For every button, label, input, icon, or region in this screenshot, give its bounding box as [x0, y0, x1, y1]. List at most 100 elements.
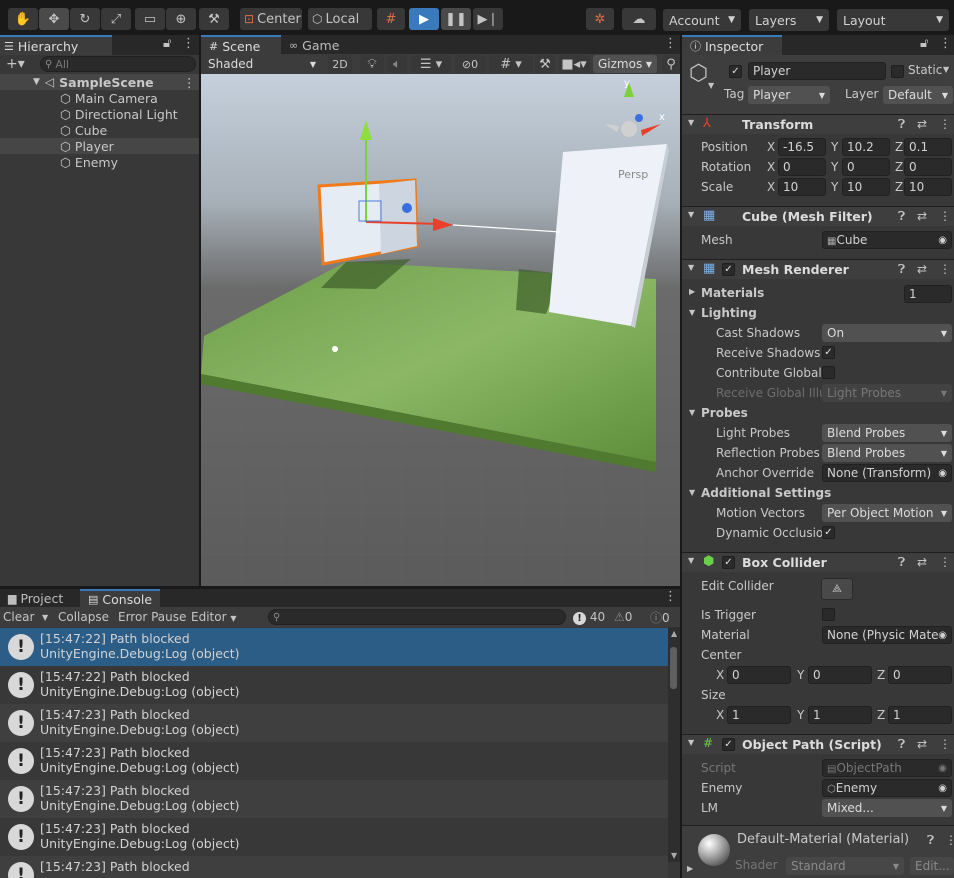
materials-count-field[interactable]: 1: [904, 285, 952, 303]
more-icon[interactable]: ⋮: [939, 262, 951, 276]
transform-header[interactable]: ▼ ⅄ Transform ❓︎ ⇄ ⋮: [682, 114, 954, 134]
scene-viewport[interactable]: y x Persp: [201, 74, 680, 586]
log-entry[interactable]: ! [15:47:23] Path blocked: [0, 856, 668, 878]
center-z-field[interactable]: 0: [888, 666, 952, 684]
more-icon[interactable]: ⋮: [183, 75, 196, 90]
size-y-field[interactable]: 1: [808, 706, 872, 724]
rotation-y-field[interactable]: 0: [842, 158, 890, 176]
more-icon[interactable]: ⋮: [664, 589, 677, 604]
console-scrollbar[interactable]: ▲ ▼: [668, 627, 680, 862]
chevron-down-icon[interactable]: ▼: [688, 263, 694, 272]
lock-icon[interactable]: 🔓︎: [163, 36, 171, 51]
object-picker-icon[interactable]: ◉: [938, 468, 947, 479]
object-picker-icon[interactable]: ◉: [938, 235, 947, 246]
materials-label[interactable]: Materials: [701, 286, 764, 300]
cloud-icon[interactable]: ☁: [622, 8, 656, 30]
layer-dropdown[interactable]: Default ▼: [883, 86, 953, 104]
log-entry[interactable]: ! [15:47:23] Path blocked UnityEngine.De…: [0, 742, 668, 780]
chevron-down-icon[interactable]: ▼: [688, 118, 694, 127]
clear-button[interactable]: Clear: [3, 610, 34, 624]
more-icon[interactable]: ⋮: [664, 36, 677, 51]
receive-shadows-checkbox[interactable]: ✓: [822, 346, 835, 359]
dynamic-occlusion-checkbox[interactable]: ✓: [822, 526, 835, 539]
pause-button[interactable]: ❚❚: [441, 8, 471, 30]
rotate-tool-icon[interactable]: ↻: [70, 8, 100, 30]
expand-arrow-icon[interactable]: ▼: [33, 77, 40, 87]
help-icon[interactable]: ❓︎: [898, 555, 905, 570]
more-icon[interactable]: ⋮: [939, 737, 951, 751]
tag-dropdown[interactable]: Player ▼: [748, 86, 830, 104]
scene-row[interactable]: ▼ ◁ SampleScene ⋮: [0, 74, 199, 90]
chevron-down-icon[interactable]: ▼: [708, 81, 714, 90]
gizmo-center[interactable]: [621, 121, 637, 137]
preset-icon[interactable]: ⇄: [917, 117, 927, 131]
preset-icon[interactable]: ⇄: [917, 209, 927, 223]
tab-project[interactable]: ▆ Project: [0, 589, 78, 607]
log-entry[interactable]: ! [15:47:23] Path blocked UnityEngine.De…: [0, 704, 668, 742]
object-name-field[interactable]: Player: [748, 62, 886, 80]
reflection-probes-dropdown[interactable]: Blend Probes ▼: [822, 444, 952, 462]
rotation-z-field[interactable]: 0: [904, 158, 952, 176]
error-pause-toggle[interactable]: Error Pause: [118, 610, 186, 624]
chevron-down-icon[interactable]: ▼: [943, 65, 949, 74]
tab-console[interactable]: ▤ Console: [80, 589, 160, 607]
collab-icon[interactable]: ✲: [586, 8, 614, 30]
mesh-field[interactable]: ▦Cube ◉: [822, 231, 952, 249]
object-path-header[interactable]: ▼ # ✓ Object Path (Script) ❓︎ ⇄ ⋮: [682, 734, 954, 754]
scroll-thumb[interactable]: [670, 647, 677, 689]
hierarchy-item[interactable]: ⬡ Enemy: [0, 154, 199, 170]
hierarchy-item[interactable]: ⬡ Cube: [0, 122, 199, 138]
chevron-right-icon[interactable]: ▶: [689, 287, 695, 296]
editor-dropdown[interactable]: Editor ▼: [191, 610, 237, 624]
tools-icon[interactable]: ⚒: [535, 55, 555, 73]
help-icon[interactable]: ❓︎: [927, 833, 934, 848]
tab-scene[interactable]: # Scene: [201, 35, 281, 55]
chevron-down-icon[interactable]: ▼: [689, 308, 695, 317]
scroll-down-icon[interactable]: ▼: [671, 851, 677, 860]
tab-hierarchy[interactable]: ☰ Hierarchy: [0, 35, 112, 55]
position-z-field[interactable]: 0.1: [904, 138, 952, 156]
step-button[interactable]: ▶❘: [473, 8, 503, 30]
help-icon[interactable]: ❓︎: [898, 262, 905, 277]
chevron-right-icon[interactable]: ▶: [687, 864, 693, 873]
custom-tool-icon[interactable]: ⚒: [199, 8, 229, 30]
pivot-center-toggle[interactable]: ⊡ Center: [240, 8, 302, 30]
chevron-down-icon[interactable]: ▼: [688, 738, 694, 747]
collider-material-field[interactable]: None (Physic Mater ◉: [822, 626, 952, 644]
chevron-down-icon[interactable]: ▼: [688, 210, 694, 219]
enemy-field[interactable]: ⬡Enemy ◉: [822, 779, 952, 797]
log-entry[interactable]: ! [15:47:22] Path blocked UnityEngine.De…: [0, 666, 668, 704]
scroll-up-icon[interactable]: ▲: [671, 629, 677, 638]
lock-icon[interactable]: 🔓︎: [920, 36, 928, 51]
motion-vectors-dropdown[interactable]: Per Object Motion ▼: [822, 504, 952, 522]
anchor-override-field[interactable]: None (Transform) ◉: [822, 464, 952, 482]
help-icon[interactable]: ❓︎: [898, 117, 905, 132]
mesh-renderer-header[interactable]: ▼ ▦ ✓ Mesh Renderer ❓︎ ⇄ ⋮: [682, 259, 954, 279]
persp-label[interactable]: Persp: [618, 168, 648, 181]
lm-dropdown[interactable]: Mixed... ▼: [822, 799, 952, 817]
console-search-input[interactable]: ⚲: [268, 609, 566, 625]
more-icon[interactable]: ⋮: [939, 209, 951, 223]
chevron-down-icon[interactable]: ▼: [689, 408, 695, 417]
layout-dropdown[interactable]: Layout ▼: [837, 9, 949, 31]
additional-settings-label[interactable]: Additional Settings: [701, 486, 831, 500]
audio-toggle-icon[interactable]: 🔈︎: [387, 55, 407, 73]
error-count-toggle[interactable]: ⓘ0: [650, 609, 670, 626]
preset-icon[interactable]: ⇄: [917, 737, 927, 751]
collapse-toggle[interactable]: Collapse: [58, 610, 109, 624]
cast-shadows-dropdown[interactable]: On ▼: [822, 324, 952, 342]
rotation-x-field[interactable]: 0: [778, 158, 826, 176]
hand-tool-icon[interactable]: ✋: [8, 8, 38, 30]
mesh-filter-header[interactable]: ▼ ▦ Cube (Mesh Filter) ❓︎ ⇄ ⋮: [682, 206, 954, 226]
grid-snap-icon[interactable]: #: [377, 8, 405, 30]
size-x-field[interactable]: 1: [727, 706, 791, 724]
log-entry[interactable]: ! [15:47:23] Path blocked UnityEngine.De…: [0, 780, 668, 818]
contribute-gi-checkbox[interactable]: [822, 366, 835, 379]
transform-tool-icon[interactable]: ⊕: [166, 8, 196, 30]
hierarchy-item[interactable]: ⬡ Main Camera: [0, 90, 199, 106]
more-icon[interactable]: ⋮: [945, 833, 954, 847]
hierarchy-item[interactable]: ⬡ Directional Light: [0, 106, 199, 122]
box-collider-header[interactable]: ▼ ⬢ ✓ Box Collider ❓︎ ⇄ ⋮: [682, 552, 954, 572]
position-x-field[interactable]: -16.5: [778, 138, 826, 156]
active-checkbox[interactable]: ✓: [729, 65, 742, 78]
